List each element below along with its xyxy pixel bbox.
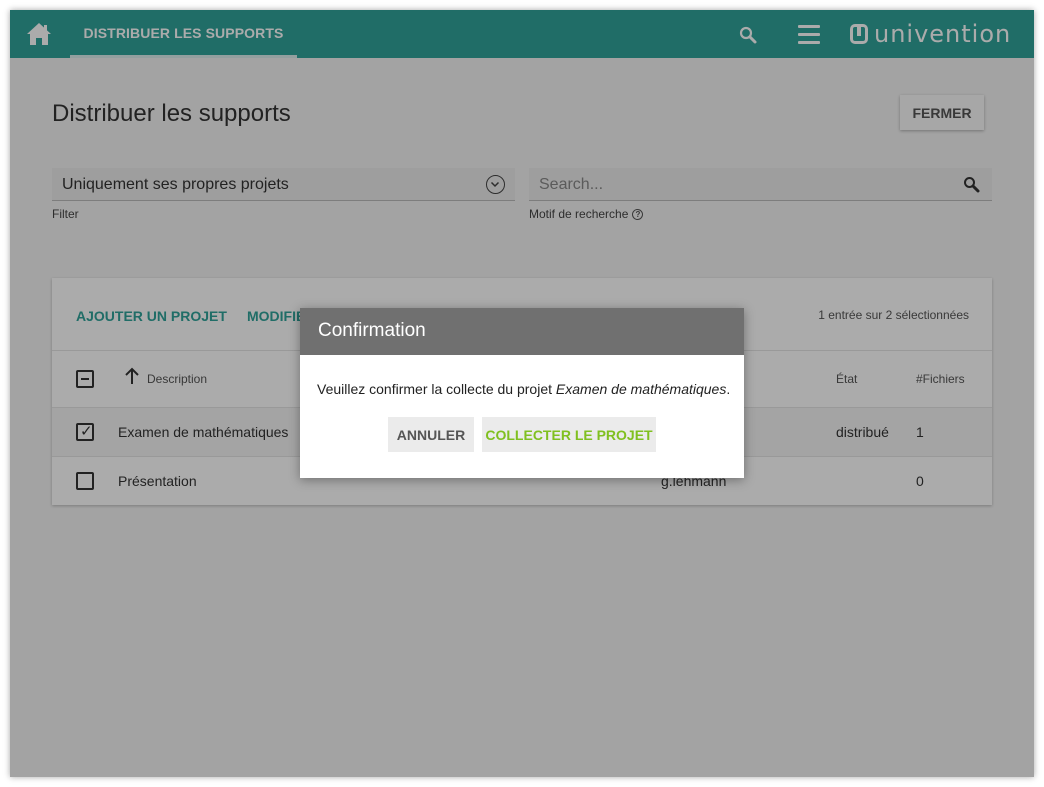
dialog-message-prefix: Veuillez confirmer la collecte du projet <box>317 381 556 397</box>
collect-project-button[interactable]: COLLECTER LE PROJET <box>482 417 656 452</box>
dialog-message-project: Examen de mathématiques <box>555 381 727 397</box>
cancel-button[interactable]: ANNULER <box>388 417 474 452</box>
dialog-message-suffix: . <box>726 381 731 397</box>
dialog-title: Confirmation <box>300 308 744 355</box>
app-window: DISTRIBUER LES SUPPORTS univention Distr… <box>10 10 1034 777</box>
dialog-message: Veuillez confirmer la collecte du projet… <box>317 381 730 397</box>
confirmation-dialog: Confirmation Veuillez confirmer la colle… <box>300 308 744 478</box>
